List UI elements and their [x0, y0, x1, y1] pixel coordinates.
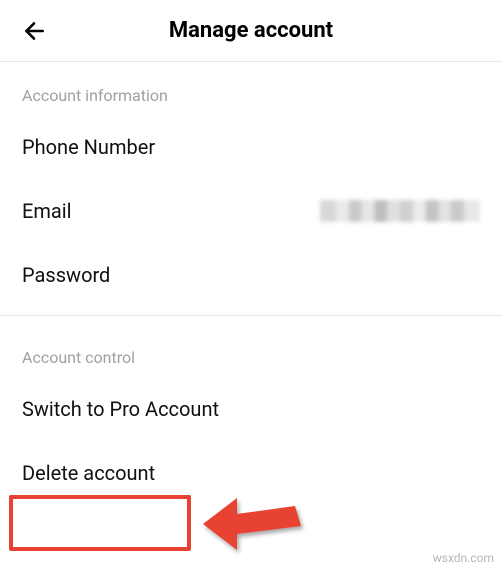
section-divider — [0, 315, 502, 316]
row-label-email: Email — [22, 199, 72, 223]
watermark: wsxdn.com — [433, 551, 494, 565]
row-label-pro: Switch to Pro Account — [22, 397, 219, 421]
row-label-phone: Phone Number — [22, 135, 155, 159]
section-header-info: Account information — [0, 62, 502, 115]
row-switch-pro[interactable]: Switch to Pro Account — [0, 377, 502, 441]
row-label-delete: Delete account — [22, 461, 155, 485]
row-email[interactable]: Email — [0, 179, 502, 243]
row-password[interactable]: Password — [0, 243, 502, 307]
row-delete-account[interactable]: Delete account — [0, 441, 502, 505]
row-phone-number[interactable]: Phone Number — [0, 115, 502, 179]
header-bar: Manage account — [0, 0, 502, 62]
email-value-obscured — [320, 200, 480, 222]
row-label-password: Password — [22, 263, 110, 287]
back-icon[interactable] — [20, 17, 48, 45]
section-header-control: Account control — [0, 324, 502, 377]
page-title: Manage account — [20, 18, 482, 43]
